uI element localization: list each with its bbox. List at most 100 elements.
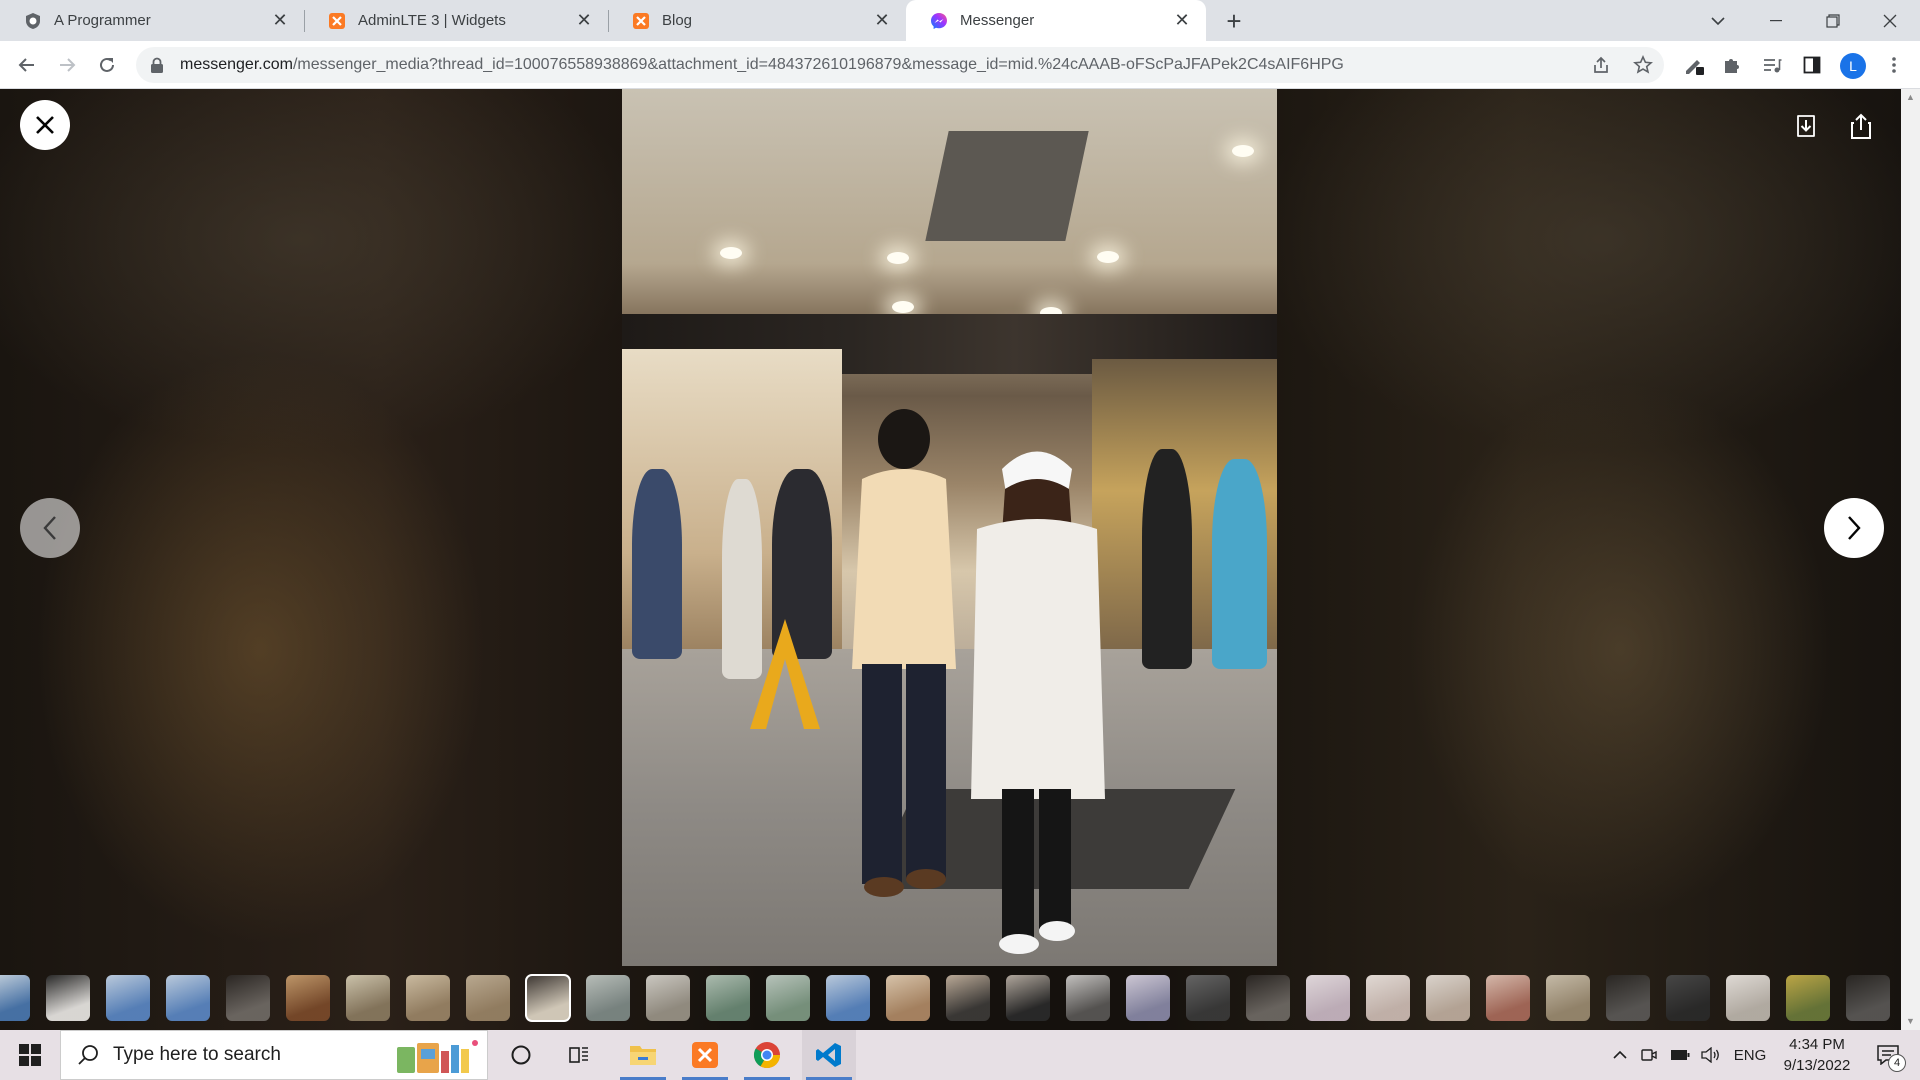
minimize-button[interactable]: [1748, 0, 1804, 41]
battery-icon[interactable]: [1666, 1030, 1694, 1080]
media-thumbnail[interactable]: [1006, 975, 1050, 1021]
close-viewer-button[interactable]: [20, 100, 70, 150]
close-icon[interactable]: ✕: [574, 10, 594, 31]
close-icon[interactable]: ✕: [270, 10, 290, 31]
media-thumbnail[interactable]: [46, 975, 90, 1021]
media-thumbnail[interactable]: [1546, 975, 1590, 1021]
media-thumbnail[interactable]: [406, 975, 450, 1021]
restore-button[interactable]: [1805, 0, 1861, 41]
media-thumbnail[interactable]: [706, 975, 750, 1021]
tab-a-programmer[interactable]: A Programmer ✕: [0, 0, 304, 41]
taskbar-xampp[interactable]: [678, 1030, 732, 1080]
share-page-icon[interactable]: [1590, 54, 1612, 76]
media-thumbnail[interactable]: [826, 975, 870, 1021]
tab-adminlte-widgets[interactable]: AdminLTE 3 | Widgets ✕: [304, 0, 608, 41]
media-thumbnail[interactable]: [1486, 975, 1530, 1021]
cortana-button[interactable]: [494, 1030, 548, 1080]
download-button[interactable]: [1791, 111, 1821, 141]
bookmark-star-icon[interactable]: [1632, 54, 1654, 76]
photo-light: [1232, 145, 1254, 157]
windows-taskbar: Type here to search ENG 4:34 PM 9/13/202…: [0, 1030, 1920, 1080]
extensions-puzzle-icon[interactable]: [1720, 53, 1744, 77]
media-thumbnail[interactable]: [346, 975, 390, 1021]
taskbar-clock[interactable]: 4:34 PM 9/13/2022: [1772, 1034, 1862, 1076]
media-thumbnail[interactable]: [226, 975, 270, 1021]
download-icon: [1797, 115, 1815, 137]
tab-label: Messenger: [960, 12, 1035, 29]
media-thumbnail[interactable]: [466, 975, 510, 1021]
scroll-up-arrow-icon[interactable]: ▲: [1905, 92, 1916, 103]
media-thumbnail[interactable]: [1306, 975, 1350, 1021]
forward-button[interactable]: [51, 49, 83, 81]
tab-blog[interactable]: Blog ✕: [608, 0, 906, 41]
media-thumbnail[interactable]: [286, 975, 330, 1021]
side-panel-icon[interactable]: [1800, 53, 1824, 77]
photo-person-woman: [971, 451, 1105, 954]
input-language[interactable]: ENG: [1730, 1030, 1770, 1080]
previous-media-button[interactable]: [20, 498, 80, 558]
more-menu-icon[interactable]: [1882, 53, 1906, 77]
taskbar-file-explorer[interactable]: [616, 1030, 670, 1080]
page-scrollbar[interactable]: ▲ ▼: [1901, 89, 1920, 1030]
url-text[interactable]: messenger.com/messenger_media?thread_id=…: [180, 56, 1664, 74]
close-window-button[interactable]: [1862, 0, 1918, 41]
media-thumbnail[interactable]: [1426, 975, 1470, 1021]
photo-crowd-person: [632, 469, 682, 659]
share-button[interactable]: [1846, 111, 1876, 141]
photo-person-man: [852, 409, 956, 897]
action-center-button[interactable]: 4: [1866, 1030, 1910, 1080]
thumbnail-strip: [0, 974, 1901, 1025]
media-thumbnail[interactable]: [886, 975, 930, 1021]
task-view-button[interactable]: [552, 1030, 606, 1080]
tab-search-chevron-icon[interactable]: [1690, 0, 1746, 41]
media-thumbnail[interactable]: [166, 975, 210, 1021]
media-thumbnail[interactable]: [1066, 975, 1110, 1021]
url-path: /messenger_media?thread_id=1000765589388…: [292, 56, 1344, 73]
media-thumbnail[interactable]: [1366, 975, 1410, 1021]
back-button[interactable]: [11, 49, 43, 81]
reload-button[interactable]: [91, 49, 123, 81]
start-button[interactable]: [10, 1030, 50, 1080]
address-bar[interactable]: messenger.com/messenger_media?thread_id=…: [136, 47, 1664, 83]
scroll-down-arrow-icon[interactable]: ▼: [1905, 1016, 1916, 1027]
media-thumbnail[interactable]: [646, 975, 690, 1021]
next-media-button[interactable]: [1824, 498, 1884, 558]
vscode-icon: [816, 1043, 841, 1067]
media-thumbnail[interactable]: [1666, 975, 1710, 1021]
xampp-icon: [632, 12, 650, 30]
photo-crowd-person: [1142, 449, 1192, 669]
new-tab-button[interactable]: +: [1220, 6, 1248, 36]
media-thumbnail[interactable]: [1246, 975, 1290, 1021]
lock-icon[interactable]: [150, 57, 164, 73]
taskbar-chrome[interactable]: [740, 1030, 794, 1080]
media-thumbnail[interactable]: [1606, 975, 1650, 1021]
media-thumbnail[interactable]: [0, 975, 30, 1021]
taskbar-search-box[interactable]: Type here to search: [60, 1030, 488, 1080]
browser-toolbar: messenger.com/messenger_media?thread_id=…: [0, 41, 1920, 89]
volume-icon[interactable]: [1697, 1030, 1725, 1080]
meet-now-icon[interactable]: [1636, 1030, 1662, 1080]
media-thumbnail[interactable]: [1186, 975, 1230, 1021]
profile-avatar[interactable]: L: [1840, 53, 1866, 79]
notification-count-badge: 4: [1888, 1054, 1906, 1072]
media-thumbnail[interactable]: [1786, 975, 1830, 1021]
media-thumbnail[interactable]: [525, 974, 571, 1022]
tab-messenger[interactable]: Messenger ✕: [906, 0, 1206, 41]
media-thumbnail[interactable]: [106, 975, 150, 1021]
media-thumbnail[interactable]: [1846, 975, 1890, 1021]
cortana-icon: [511, 1045, 531, 1065]
media-viewer: [0, 89, 1901, 1030]
media-thumbnail[interactable]: [766, 975, 810, 1021]
media-control-icon[interactable]: [1760, 53, 1784, 77]
url-host: messenger.com: [180, 56, 293, 73]
media-thumbnail[interactable]: [946, 975, 990, 1021]
extension-pen-icon[interactable]: [1682, 53, 1706, 77]
media-thumbnail[interactable]: [586, 975, 630, 1021]
taskbar-vscode[interactable]: [802, 1030, 856, 1080]
close-icon[interactable]: ✕: [1172, 10, 1192, 31]
show-hidden-icons-chevron-icon[interactable]: [1607, 1030, 1633, 1080]
media-thumbnail[interactable]: [1126, 975, 1170, 1021]
chevron-left-icon: [43, 516, 56, 540]
close-icon[interactable]: ✕: [872, 10, 892, 31]
media-thumbnail[interactable]: [1726, 975, 1770, 1021]
